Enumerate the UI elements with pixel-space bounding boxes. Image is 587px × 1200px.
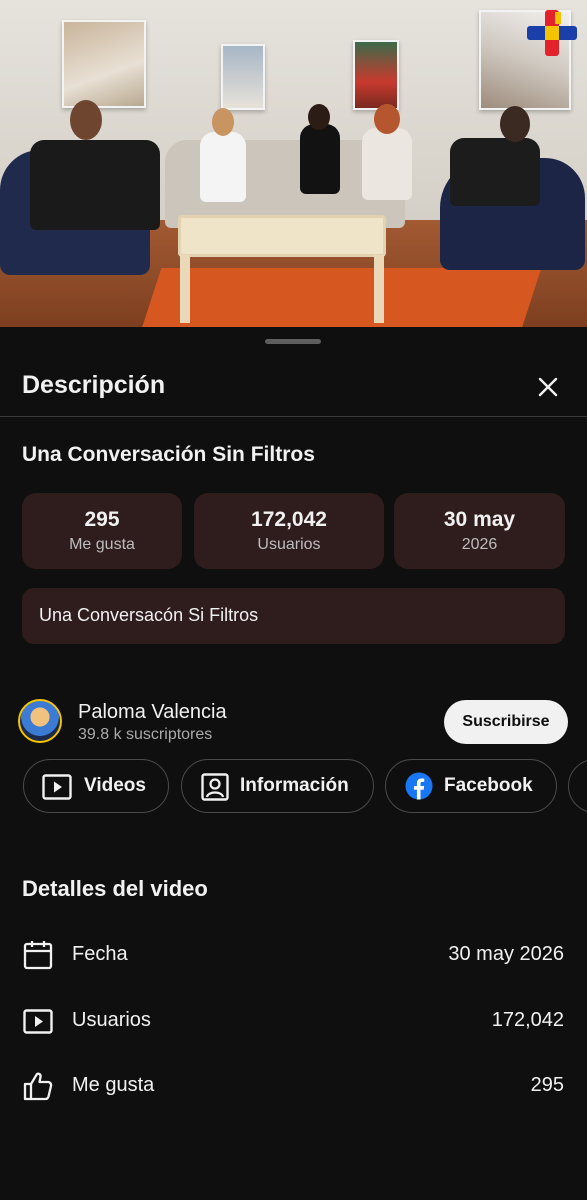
stat-likes: 295 Me gusta <box>22 493 182 569</box>
detail-value: 295 <box>530 1074 564 1096</box>
stat-value: 30 may <box>443 508 516 531</box>
wall-photo <box>353 40 399 110</box>
calendar-icon <box>23 941 53 970</box>
channel-chips: Videos Información Facebook <box>0 759 587 815</box>
wall-photo <box>62 20 146 108</box>
video-rug <box>138 268 542 327</box>
detail-row-users: Usuarios 172,042 <box>0 1001 587 1041</box>
stat-label: 2026 <box>461 536 498 553</box>
chip-informacion[interactable]: Información <box>181 759 374 813</box>
person-card-icon <box>201 773 229 801</box>
stat-label: Me gusta <box>69 536 135 553</box>
video-person <box>30 140 160 230</box>
detail-label: Me gusta <box>72 1074 155 1096</box>
chip-more[interactable] <box>568 759 587 813</box>
video-person-head <box>374 104 400 134</box>
detail-value: 30 may 2026 <box>448 943 564 965</box>
video-play-icon <box>42 774 72 800</box>
description-text: Una Conversacón Si Filtros <box>39 605 259 625</box>
facebook-icon <box>405 772 433 800</box>
video-table-leg <box>374 255 384 323</box>
chip-label: Información <box>240 775 349 796</box>
stat-date: 30 may 2026 <box>394 493 565 569</box>
channel-row: Paloma Valencia 39.8 k suscriptores Susc… <box>0 693 587 753</box>
channel-subscribers: 39.8 k suscriptores <box>78 726 213 743</box>
channel-name[interactable]: Paloma Valencia <box>78 701 227 724</box>
stat-users: 172,042 Usuarios <box>194 493 384 569</box>
detail-label: Fecha <box>72 943 128 965</box>
channel-logo-icon <box>527 10 577 56</box>
stat-value: 295 <box>84 508 120 531</box>
video-person-head <box>500 106 530 142</box>
avatar[interactable] <box>18 699 62 743</box>
video-person <box>450 138 540 206</box>
wall-photo <box>221 44 265 110</box>
stats-row: 295 Me gusta 172,042 Usuarios 30 may 202… <box>22 493 565 569</box>
video-player[interactable] <box>0 0 587 327</box>
subscribe-button[interactable]: Suscribirse <box>444 700 568 744</box>
stat-label: Usuarios <box>257 536 321 553</box>
sheet-header: Descripción <box>0 357 587 417</box>
video-person <box>200 132 246 202</box>
detail-row-date: Fecha 30 may 2026 <box>0 935 587 975</box>
chip-videos[interactable]: Videos <box>23 759 169 813</box>
chip-label: Videos <box>84 775 146 796</box>
video-person-head <box>212 108 234 136</box>
chip-facebook[interactable]: Facebook <box>385 759 557 813</box>
video-person-head <box>308 104 330 130</box>
sheet-title: Descripción <box>22 371 166 399</box>
video-person <box>362 128 412 200</box>
video-table <box>178 215 386 257</box>
stat-value: 172,042 <box>251 508 327 531</box>
detail-row-likes: Me gusta 295 <box>0 1066 587 1106</box>
video-play-icon <box>23 1009 53 1034</box>
description-box[interactable]: Una Conversacón Si Filtros <box>22 588 565 644</box>
detail-label: Usuarios <box>72 1009 151 1031</box>
detail-value: 172,042 <box>491 1009 564 1031</box>
video-table-leg <box>180 255 190 323</box>
drag-handle[interactable] <box>265 339 321 344</box>
thumbs-up-icon <box>23 1072 53 1101</box>
close-button[interactable] <box>530 369 566 405</box>
video-person <box>300 124 340 194</box>
video-title: Una Conversación Sin Filtros <box>22 443 315 466</box>
chip-label: Facebook <box>444 775 533 796</box>
page: Descripción Una Conversación Sin Filtros… <box>0 0 587 1200</box>
details-title: Detalles del video <box>22 876 208 901</box>
description-sheet: Descripción Una Conversación Sin Filtros… <box>0 327 587 1200</box>
video-person-head <box>70 100 102 140</box>
close-icon <box>538 377 558 397</box>
